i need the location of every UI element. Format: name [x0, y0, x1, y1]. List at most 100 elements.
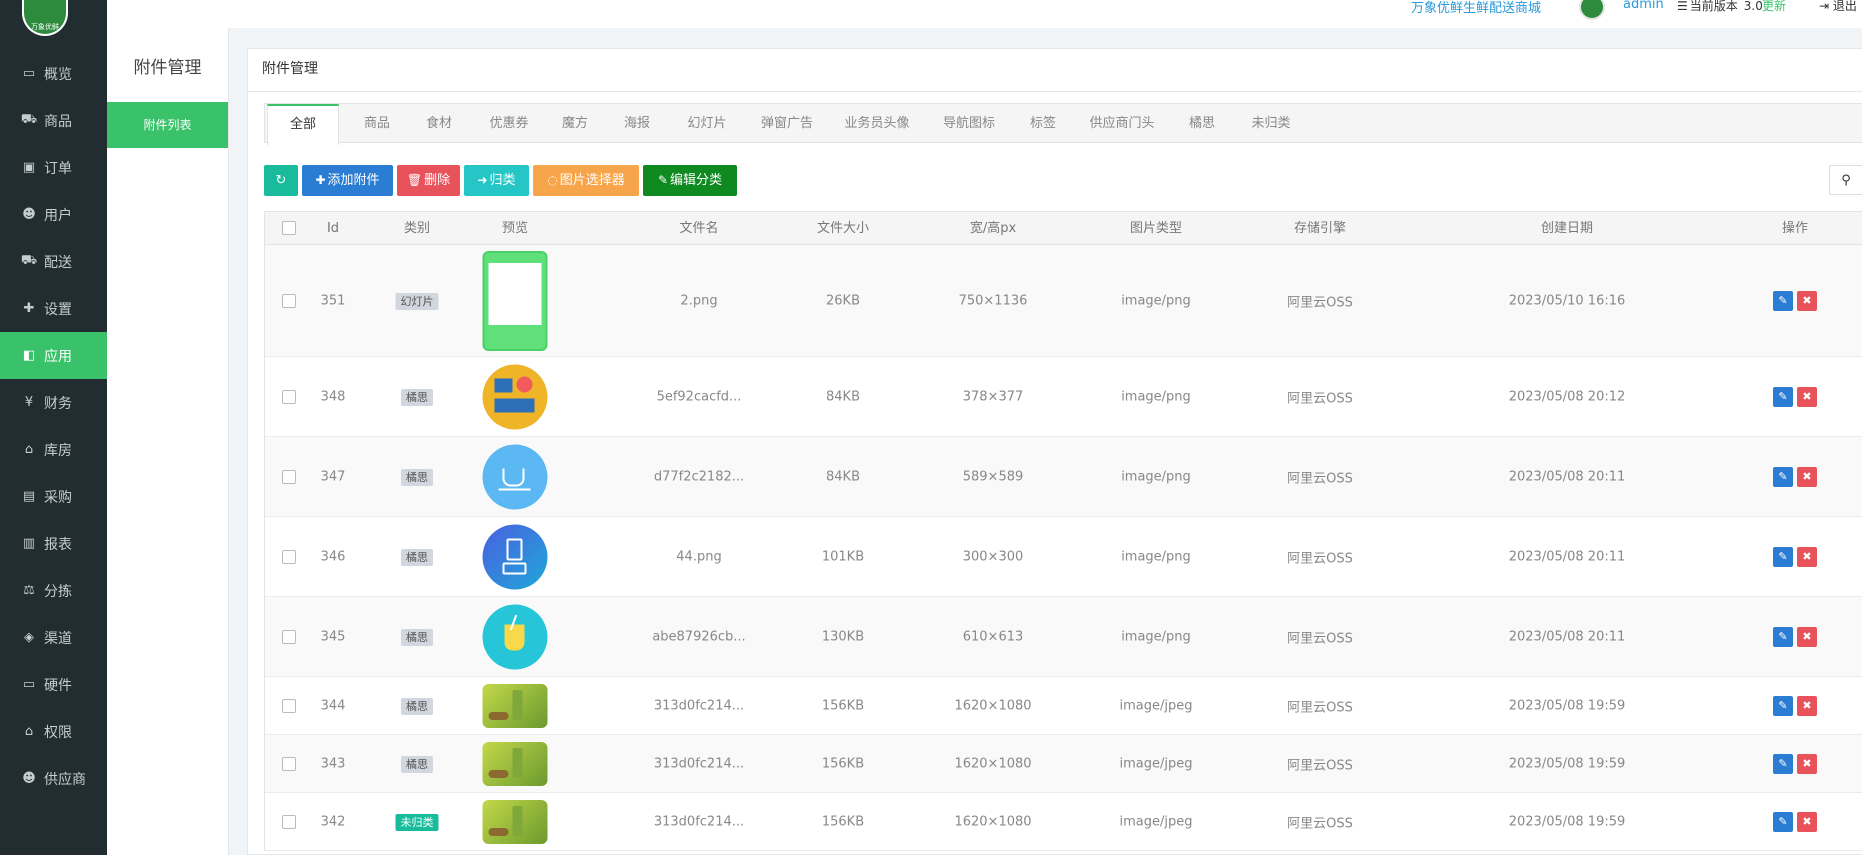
thumbnail-image[interactable]	[482, 524, 548, 589]
sidebar-item-4[interactable]: ⛟ 配送	[0, 238, 107, 285]
row-checkbox[interactable]	[282, 629, 296, 644]
table-row[interactable]: 351 幻灯片 2.png 26KB 750×1136 image/png 阿里云OSS 20…	[265, 245, 1862, 357]
sidebar-item-3[interactable]: ☻ 用户	[0, 191, 107, 238]
column-header[interactable]: 操作	[1782, 212, 1808, 246]
delete-row-button[interactable]: ✖	[1797, 695, 1817, 716]
sidebar-item-0[interactable]: ▭ 概览	[0, 50, 107, 97]
delete-button[interactable]: 🗑 删除	[397, 165, 460, 196]
sidebar-item-12[interactable]: ◈ 渠道	[0, 614, 107, 661]
edit-button[interactable]: ✎	[1773, 546, 1793, 567]
edit-button[interactable]: ✎	[1773, 386, 1793, 407]
tab-0[interactable]: 全部	[266, 104, 340, 145]
table-row[interactable]: 347 橘思 d77f2c2182... 84KB 589×589 image/png 阿里…	[265, 437, 1862, 517]
sidebar-item-14[interactable]: ⌂ 权限	[0, 708, 107, 755]
row-checkbox[interactable]	[282, 698, 296, 713]
column-header[interactable]: 创建日期	[1541, 212, 1593, 246]
tab-11[interactable]: 供应商门头	[1089, 104, 1154, 144]
edit-button[interactable]: ✎	[1773, 753, 1793, 774]
tab-13[interactable]: 未归类	[1251, 104, 1290, 144]
row-checkbox[interactable]	[282, 549, 296, 564]
delete-row-button[interactable]: ✖	[1797, 386, 1817, 407]
thumbnail-image[interactable]	[482, 683, 548, 728]
file-name[interactable]: d77f2c2182...	[654, 469, 744, 484]
sidebar-item-8[interactable]: ⌂ 库房	[0, 426, 107, 473]
tab-4[interactable]: 魔方	[562, 104, 588, 144]
tab-2[interactable]: 食材	[426, 104, 452, 144]
file-name[interactable]: 5ef92cacfd...	[657, 389, 742, 404]
tab-6[interactable]: 幻灯片	[687, 104, 726, 144]
classify-button[interactable]: ➜ 归类	[464, 165, 529, 196]
file-name[interactable]: abe87926cb...	[652, 629, 745, 644]
delete-row-button[interactable]: ✖	[1797, 290, 1817, 311]
edit-category-button[interactable]: ✎ 编辑分类	[643, 165, 737, 196]
sidebar-item-1[interactable]: ⛟ 商品	[0, 97, 107, 144]
add-attachment-button[interactable]: ✚ 添加附件	[302, 165, 393, 196]
row-checkbox[interactable]	[282, 756, 296, 771]
username-link[interactable]: admin	[1623, 0, 1664, 12]
delete-row-button[interactable]: ✖	[1797, 546, 1817, 567]
tab-10[interactable]: 标签	[1030, 104, 1056, 144]
table-row[interactable]: 345 橘思 abe87926cb... 130KB 610×613 image/png 阿…	[265, 597, 1862, 677]
avatar[interactable]	[1579, 0, 1605, 20]
sidebar-item-5[interactable]: ✚ 设置	[0, 285, 107, 332]
edit-button[interactable]: ✎	[1773, 811, 1793, 832]
thumbnail-image[interactable]	[482, 741, 548, 786]
table-row[interactable]: 343 橘思 313d0fc214... 156KB 1620×1080 image/jp…	[265, 735, 1862, 793]
sidebar-item-15[interactable]: ☻ 供应商	[0, 755, 107, 802]
file-name[interactable]: 44.png	[676, 549, 721, 564]
tab-3[interactable]: 优惠券	[489, 104, 528, 144]
file-name[interactable]: 313d0fc214...	[654, 814, 744, 829]
column-header[interactable]: 类别	[404, 212, 430, 246]
edit-button[interactable]: ✎	[1773, 466, 1793, 487]
tab-7[interactable]: 弹窗广告	[761, 104, 813, 144]
column-header[interactable]: Id	[327, 212, 339, 246]
row-checkbox[interactable]	[282, 293, 296, 308]
refresh-button[interactable]: ↻	[264, 165, 298, 196]
sidebar-item-attachment-list[interactable]: 附件列表	[107, 102, 228, 148]
delete-row-button[interactable]: ✖	[1797, 811, 1817, 832]
thumbnail-image[interactable]	[482, 604, 548, 669]
delete-row-button[interactable]: ✖	[1797, 626, 1817, 647]
edit-button[interactable]: ✎	[1773, 695, 1793, 716]
tab-9[interactable]: 导航图标	[943, 104, 995, 144]
column-header[interactable]: 宽/高px	[970, 212, 1016, 246]
sidebar-item-9[interactable]: ▤ 采购	[0, 473, 107, 520]
update-link[interactable]: 更新	[1762, 0, 1786, 14]
sidebar-item-7[interactable]: ¥ 财务	[0, 379, 107, 426]
search-button[interactable]: ⚲	[1829, 165, 1862, 195]
tab-8[interactable]: 业务员头像	[844, 104, 909, 144]
image-picker-button[interactable]: ◌ 图片选择器	[533, 165, 639, 196]
table-row[interactable]: 342 未归类 313d0fc214... 156KB 1620×1080 image/j…	[265, 793, 1862, 851]
edit-button[interactable]: ✎	[1773, 290, 1793, 311]
sidebar-item-13[interactable]: ▭ 硬件	[0, 661, 107, 708]
delete-row-button[interactable]: ✖	[1797, 466, 1817, 487]
brand-logo[interactable]: 万象优鲜	[22, 0, 68, 36]
table-row[interactable]: 348 橘思 5ef92cacfd... 84KB 378×377 image/png 阿里…	[265, 357, 1862, 437]
select-all-checkbox[interactable]	[282, 221, 296, 235]
column-header[interactable]: 预览	[502, 212, 528, 246]
sidebar-item-2[interactable]: ▣ 订单	[0, 144, 107, 191]
sidebar-item-6[interactable]: ◧ 应用	[0, 332, 107, 379]
column-header[interactable]: 文件大小	[817, 212, 869, 246]
thumbnail-image[interactable]	[482, 444, 548, 509]
thumbnail-image[interactable]	[482, 250, 548, 351]
row-checkbox[interactable]	[282, 389, 296, 404]
file-name[interactable]: 313d0fc214...	[654, 756, 744, 771]
table-row[interactable]: 344 橘思 313d0fc214... 156KB 1620×1080 image/jp…	[265, 677, 1862, 735]
thumbnail-image[interactable]	[482, 799, 548, 844]
column-header[interactable]: 文件名	[679, 212, 718, 246]
tab-12[interactable]: 橘思	[1189, 104, 1215, 144]
edit-button[interactable]: ✎	[1773, 626, 1793, 647]
thumbnail-image[interactable]	[482, 364, 548, 429]
table-row[interactable]: 346 橘思 44.png 101KB 300×300 image/png 阿里云OSS 20…	[265, 517, 1862, 597]
row-checkbox[interactable]	[282, 814, 296, 829]
column-header[interactable]: 图片类型	[1130, 212, 1182, 246]
file-name[interactable]: 313d0fc214...	[654, 698, 744, 713]
sidebar-item-10[interactable]: ▥ 报表	[0, 520, 107, 567]
delete-row-button[interactable]: ✖	[1797, 753, 1817, 774]
tab-1[interactable]: 商品	[364, 104, 390, 144]
column-header[interactable]: 存储引擎	[1294, 212, 1346, 246]
sidebar-item-11[interactable]: ⚖ 分拣	[0, 567, 107, 614]
store-link[interactable]: 万象优鲜生鲜配送商城	[1411, 0, 1541, 16]
tab-5[interactable]: 海报	[624, 104, 650, 144]
